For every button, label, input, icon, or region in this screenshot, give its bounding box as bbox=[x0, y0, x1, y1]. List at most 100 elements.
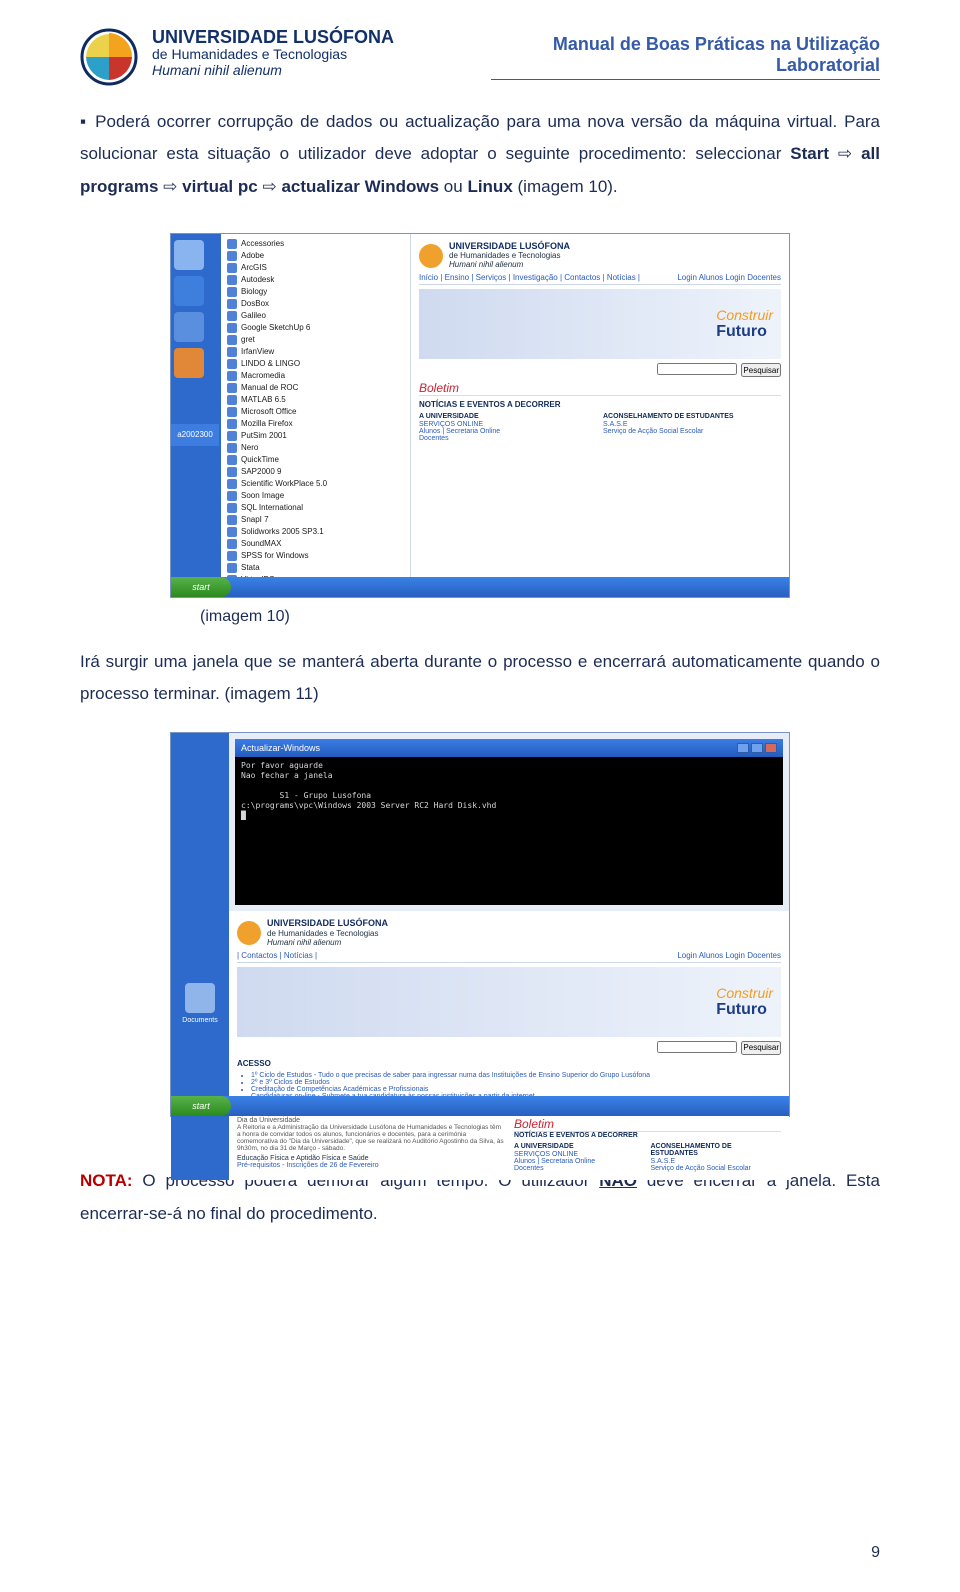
site-name: UNIVERSIDADE LUSÓFONA bbox=[267, 919, 388, 928]
terminal-titlebar[interactable]: Actualizar-Windows bbox=[235, 739, 783, 757]
terminal-title-text: Actualizar-Windows bbox=[241, 743, 320, 753]
menu-item[interactable]: gret bbox=[221, 334, 410, 346]
menu-item[interactable]: Biology bbox=[221, 286, 410, 298]
university-name-block: UNIVERSIDADE LUSÓFONA de Humanidades e T… bbox=[152, 28, 477, 78]
site-name: UNIVERSIDADE LUSÓFONA bbox=[449, 242, 570, 251]
menu-item[interactable]: SAP2000 9 bbox=[221, 466, 410, 478]
col1-head: A UNIVERSIDADE bbox=[514, 1143, 645, 1150]
start-menu-all-programs[interactable]: AccessoriesAdobeArcGISAutodeskBiologyDos… bbox=[221, 234, 411, 597]
paragraph-1: Poderá ocorrer corrupção de dados ou act… bbox=[80, 106, 880, 203]
p1-linux: Linux bbox=[467, 177, 512, 196]
site-sub: de Humanidades e Tecnologias bbox=[449, 251, 570, 260]
site-motto: Humani nihil alienum bbox=[267, 938, 388, 947]
menu-item[interactable]: SPSS for Windows bbox=[221, 550, 410, 562]
menu-item[interactable]: LINDO & LINGO bbox=[221, 358, 410, 370]
menu-item[interactable]: PutSim 2001 bbox=[221, 430, 410, 442]
site-search-input[interactable] bbox=[657, 1041, 737, 1053]
menu-item[interactable]: Mozilla Firefox bbox=[221, 418, 410, 430]
acesso-bullet-3[interactable]: Creditação de Competências Académicas e … bbox=[251, 1086, 781, 1093]
menu-item[interactable]: Adobe bbox=[221, 250, 410, 262]
col1-text[interactable]: SERVIÇOS ONLINE Alunos | Secretaria Onli… bbox=[419, 421, 597, 442]
menu-item[interactable]: MATLAB 6.5 bbox=[221, 394, 410, 406]
xp-desktop-strip: a2002300 bbox=[171, 234, 221, 597]
hero-a: Construir bbox=[716, 985, 773, 1001]
site-hero: ConstruirFuturo bbox=[237, 967, 781, 1037]
site-nav[interactable]: Início | Ensino | Serviços | Investigaçã… bbox=[419, 273, 640, 282]
terminal-body: Por favor aguarde Nao fechar a janela S1… bbox=[235, 757, 783, 905]
documents-label: Documents bbox=[182, 1017, 217, 1024]
xp-taskbar[interactable] bbox=[171, 577, 789, 597]
col2-text[interactable]: S.A.S.E Serviço de Acção Social Escolar bbox=[651, 1158, 782, 1172]
site-sub: de Humanidades e Tecnologias bbox=[267, 929, 388, 938]
menu-item[interactable]: SoundMAX bbox=[221, 538, 410, 550]
prereq-link[interactable]: Pré-requisitos - Inscrições de 26 de Fev… bbox=[237, 1162, 504, 1169]
menu-item[interactable]: Scientific WorkPlace 5.0 bbox=[221, 478, 410, 490]
menu-item[interactable]: IrfanView bbox=[221, 346, 410, 358]
menu-item[interactable]: Nero bbox=[221, 442, 410, 454]
snagit-icon[interactable] bbox=[174, 348, 204, 378]
start-button[interactable]: start bbox=[171, 1096, 231, 1116]
menu-item[interactable]: SQL International bbox=[221, 502, 410, 514]
documents-icon[interactable] bbox=[185, 983, 215, 1013]
col1-text[interactable]: SERVIÇOS ONLINE Alunos | Secretaria Onli… bbox=[514, 1151, 645, 1172]
caption-10: (imagem 10) bbox=[200, 608, 880, 626]
menu-item[interactable]: Google SketchUp 6 bbox=[221, 322, 410, 334]
university-motto: Humani nihil alienum bbox=[152, 62, 477, 78]
destaque-sub: Dia da Universidade bbox=[237, 1117, 504, 1124]
nota-label: NOTA: bbox=[80, 1171, 133, 1190]
acesso-heading: ACESSO bbox=[237, 1059, 781, 1068]
p1a: Poderá ocorrer corrupção de dados ou act… bbox=[80, 112, 880, 163]
p1-start: Start bbox=[790, 144, 829, 163]
recycle-bin-icon[interactable] bbox=[174, 240, 204, 270]
menu-item[interactable]: Autodesk bbox=[221, 274, 410, 286]
acesso-bullet-2[interactable]: 2º e 3º Ciclos de Estudos bbox=[251, 1079, 781, 1086]
paragraph-2: Irá surgir uma janela que se manterá abe… bbox=[80, 646, 880, 711]
menu-item[interactable]: Stata bbox=[221, 562, 410, 574]
menu-item[interactable]: QuickTime bbox=[221, 454, 410, 466]
site-search-input[interactable] bbox=[657, 363, 737, 375]
site-hero: ConstruirFuturo bbox=[419, 289, 781, 359]
menu-item[interactable]: SnapI 7 bbox=[221, 514, 410, 526]
minimize-button[interactable] bbox=[737, 743, 749, 753]
col2-text[interactable]: S.A.S.E Serviço de Acção Social Escolar bbox=[603, 421, 781, 435]
destaque-body: A Reitoria e a Administração da Universi… bbox=[237, 1124, 504, 1152]
acesso-bullet-1[interactable]: 1º Ciclo de Estudos - Tudo o que precisa… bbox=[251, 1072, 781, 1079]
events-heading: NOTÍCIAS E EVENTOS A DECORRER bbox=[514, 1132, 781, 1139]
menu-item[interactable]: DosBox bbox=[221, 298, 410, 310]
boletim-heading: Boletim bbox=[514, 1117, 781, 1132]
site-login-links[interactable]: Login Alunos Login Docentes bbox=[677, 951, 781, 960]
menu-item[interactable]: ArcGIS bbox=[221, 262, 410, 274]
site-logo bbox=[419, 244, 443, 268]
menu-item[interactable]: Solidworks 2005 SP3.1 bbox=[221, 526, 410, 538]
university-sub: de Humanidades e Tecnologias bbox=[152, 47, 477, 62]
hero-b: Futuro bbox=[716, 1001, 767, 1018]
hero-b: Futuro bbox=[716, 323, 767, 340]
start-button[interactable]: start bbox=[171, 577, 231, 597]
menu-item[interactable]: Manual de ROC bbox=[221, 382, 410, 394]
xp-taskbar[interactable] bbox=[171, 1096, 789, 1116]
col2-head: ACONSELHAMENTO DE ESTUDANTES bbox=[651, 1143, 782, 1157]
menu-item[interactable]: Accessories bbox=[221, 238, 410, 250]
start-menu-user: a2002300 bbox=[171, 424, 219, 446]
site-search-button[interactable]: Pesquisar bbox=[741, 363, 781, 377]
site-search-button[interactable]: Pesquisar bbox=[741, 1041, 781, 1055]
screenshot-10: a2002300 AccessoriesAdobeArcGISAutodeskB… bbox=[170, 233, 790, 598]
edfisica: Educação Física e Aptidão Física e Saúde bbox=[237, 1155, 504, 1162]
arrow-icon: ⇨ bbox=[163, 177, 177, 196]
maximize-button[interactable] bbox=[751, 743, 763, 753]
boletim-heading: Boletim bbox=[419, 381, 781, 396]
university-name: UNIVERSIDADE LUSÓFONA bbox=[152, 28, 477, 47]
site-login-links[interactable]: Login Alunos Login Docentes bbox=[677, 273, 781, 282]
ie-icon[interactable] bbox=[174, 276, 204, 306]
hero-a: Construir bbox=[716, 307, 773, 323]
p1h: (imagem 10). bbox=[518, 177, 618, 196]
menu-item[interactable]: Galileo bbox=[221, 310, 410, 322]
autocad-icon[interactable] bbox=[174, 312, 204, 342]
col1-head: A UNIVERSIDADE bbox=[419, 413, 597, 420]
browser-page: UNIVERSIDADE LUSÓFONA de Humanidades e T… bbox=[411, 234, 789, 597]
close-button[interactable] bbox=[765, 743, 777, 753]
site-nav[interactable]: | Contactos | Notícias | bbox=[237, 951, 317, 960]
menu-item[interactable]: Soon Image bbox=[221, 490, 410, 502]
menu-item[interactable]: Microsoft Office bbox=[221, 406, 410, 418]
menu-item[interactable]: Macromedia bbox=[221, 370, 410, 382]
